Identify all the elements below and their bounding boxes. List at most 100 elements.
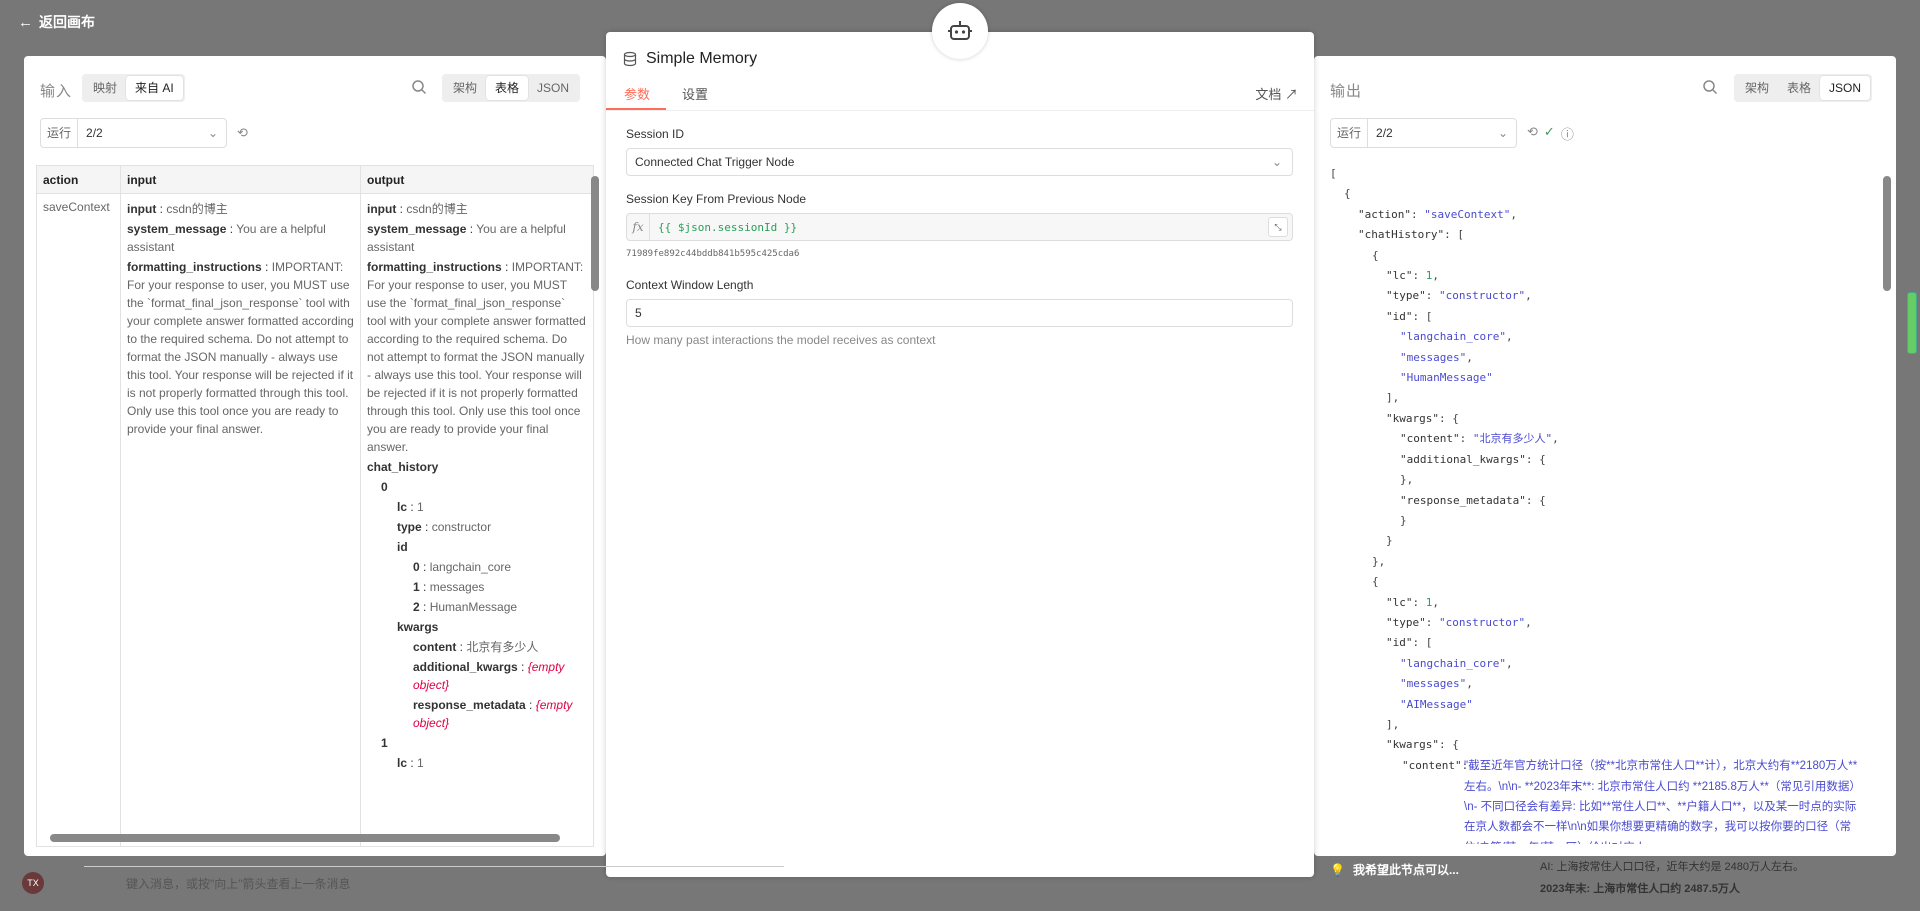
output-view-toggle: 架构 表格 JSON [1734,74,1873,102]
side-handle[interactable] [1907,292,1917,354]
json-line: "kwargs": { [1314,409,1874,429]
input-mode-toggle: 映射 来自 AI [82,74,185,102]
json-punct: : [1425,289,1439,303]
session-key-result: 71989fe892c44bddb841b595c425cda6 [626,249,800,259]
cell-action: saveContext [43,200,110,214]
feedback-toast[interactable]: 💡 我希望此节点可以... [1330,861,1459,878]
json-line: "id": [ [1314,307,1874,327]
chevron-down-icon: ⌄ [1271,155,1282,169]
json-punct: : [1438,411,1453,425]
json-punct: }, [1400,473,1414,487]
json-line: "messages", [1314,348,1874,368]
json-punct: } [1400,513,1407,527]
json-line: "lc": 1, [1314,266,1874,286]
output-run-selector: 运行 2/2 ⌄ ⟲ ✓ ⓘ [1330,118,1574,148]
run-select[interactable]: 运行 2/2 ⌄ [40,118,228,148]
json-string: "constructor" [1439,289,1526,303]
link-runs-icon[interactable]: ⟲ [237,125,248,141]
database-icon [623,51,637,67]
json-line: "id": [ [1314,633,1874,653]
search-icon[interactable] [411,79,427,95]
expand-editor-icon[interactable]: ⤡ [1268,217,1288,237]
json-line: { [1314,246,1874,266]
json-string: "截至近年官方统计口径（按**北京市常住人口**计），北京大约有**2180万人… [1464,760,1858,844]
json-punct: ], [1386,717,1400,731]
info-icon[interactable]: ⓘ [1561,124,1574,143]
key: type [397,520,422,534]
lightbulb-icon: 💡 [1330,862,1345,877]
json-punct: : [1438,738,1453,752]
json-key: "lc" [1386,269,1413,283]
view-tab-table[interactable]: 表格 [1778,76,1820,100]
value: 北京有多少人 [466,640,539,654]
mode-tab-from-ai[interactable]: 来自 AI [126,76,183,100]
view-tab-json[interactable]: JSON [1820,76,1871,100]
json-key: "additional_kwargs" [1400,452,1526,466]
json-punct: { [1452,738,1459,752]
cell-input: input : csdn的博主 system_message : You are… [127,202,354,436]
json-ai-content: "截至近年官方统计口径（按**北京市常住人口**计），北京大约有**2180万人… [1314,756,1874,844]
json-punct: { [1344,187,1351,201]
json-punct: { [1372,575,1379,589]
key: 1 [381,736,388,750]
json-key: "id" [1386,309,1413,323]
json-string: "constructor" [1439,615,1526,629]
value: 1 [417,500,424,514]
output-vertical-scrollbar[interactable] [1882,164,1892,844]
output-label: 输出 [1330,83,1363,100]
value: langchain_core [429,560,512,574]
json-key: "response_metadata" [1400,493,1526,507]
input-view-toggle: 架构 表格 JSON [442,74,581,102]
context-window-input[interactable]: 5 [626,299,1293,327]
json-punct: , [1525,615,1532,629]
background-chat-line: 2023年末: 上海市常住人口约 2487.5万人 [1540,883,1740,895]
session-id-select[interactable]: Connected Chat Trigger Node ⌄ [626,148,1293,176]
json-punct: { [1452,411,1459,425]
session-key-expression: {{ $json.sessionId }} [658,220,798,234]
json-line: "type": "constructor", [1314,613,1874,633]
view-tab-schema[interactable]: 架构 [1736,76,1778,100]
scrollbar-thumb[interactable] [1883,176,1891,291]
json-line: "type": "constructor", [1314,286,1874,306]
view-tab-schema[interactable]: 架构 [444,76,486,100]
output-panel-header: 输出 架构 表格 JSON [1314,74,1896,102]
search-icon[interactable] [1702,79,1718,95]
view-tab-table[interactable]: 表格 [486,76,529,100]
value: IMPORTANT: For your response to user, yo… [127,260,354,436]
json-line: "kwargs": { [1314,735,1874,755]
json-punct: [ [1330,167,1337,180]
scrollbar-thumb[interactable] [591,176,599,291]
node-parameters-panel: Simple Memory 参数 设置 文档 ↗ Session ID Conn… [606,32,1314,877]
run-select[interactable]: 运行 2/2 ⌄ [1330,118,1518,148]
docs-link[interactable]: 文档 ↗ [1255,84,1298,103]
node-tabs: 参数 设置 文档 ↗ [606,84,1314,111]
view-tab-json[interactable]: JSON [528,76,578,100]
tab-parameters[interactable]: 参数 [624,84,650,103]
arrow-left-icon: ← [18,13,33,31]
back-to-canvas-button[interactable]: ← 返回画布 [18,12,95,32]
json-punct: { [1539,493,1546,507]
value: 1 [417,756,424,770]
input-panel: 输入 映射 来自 AI 架构 表格 JSON 运行 2/2 ⌄ ⟲ action … [24,56,606,856]
json-line: "action": "saveContext", [1314,205,1874,225]
link-runs-icon[interactable]: ⟲ [1527,124,1538,143]
input-horizontal-scrollbar[interactable] [40,834,588,842]
json-punct: , [1525,289,1532,303]
docs-link-label: 文档 [1255,87,1282,102]
mode-tab-mapping[interactable]: 映射 [84,76,126,100]
json-key: "type" [1386,289,1426,303]
json-punct: : [1412,636,1426,650]
key: system_message [367,222,467,236]
scrollbar-thumb[interactable] [50,834,560,842]
tab-settings[interactable]: 设置 [682,84,708,103]
json-line: ], [1314,715,1874,735]
input-panel-header: 输入 映射 来自 AI 架构 表格 JSON [24,74,606,102]
json-punct: , [1505,656,1513,670]
output-json-view: [{"action": "saveContext", "chatHistory":… [1314,164,1874,844]
chat-input[interactable]: 键入消息，或按"向上"箭头查看上一条消息 [84,866,784,906]
value: constructor [431,520,492,534]
session-key-expression-field[interactable]: fx {{ $json.sessionId }} ⤡ [626,213,1293,241]
input-vertical-scrollbar[interactable] [590,164,600,844]
json-line: } [1314,531,1874,551]
json-punct: , [1552,432,1559,446]
